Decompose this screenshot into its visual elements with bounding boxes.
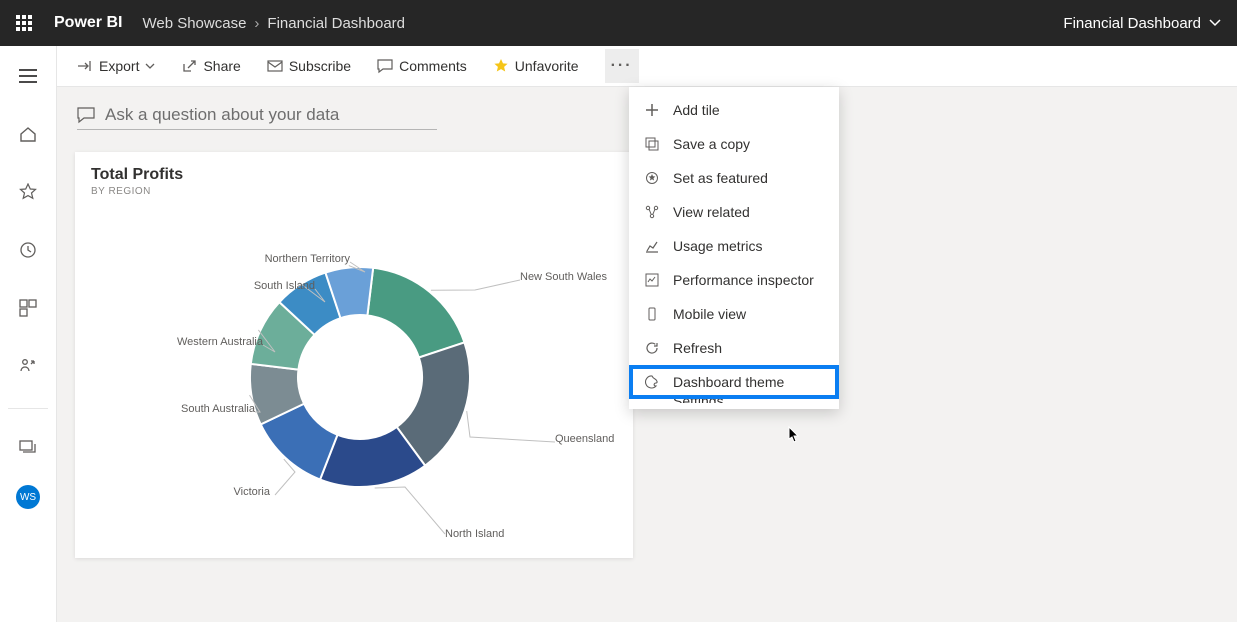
donut-segment[interactable] xyxy=(367,268,464,358)
menu-settings[interactable]: Settings xyxy=(629,399,839,403)
related-icon xyxy=(643,203,661,221)
menu-usage-metrics[interactable]: Usage metrics xyxy=(629,229,839,263)
donut-segment-label: Western Australia xyxy=(177,336,264,348)
chat-icon xyxy=(77,106,95,124)
nav-rail: WS xyxy=(0,46,57,622)
command-bar: Export Share Subscribe Comments xyxy=(57,46,1237,87)
app-launcher-icon[interactable] xyxy=(16,15,32,31)
tile-title: Total Profits xyxy=(91,166,617,184)
donut-segment-label: South Australia xyxy=(181,403,256,415)
hamburger-icon[interactable] xyxy=(8,56,48,96)
menu-dashboard-theme[interactable]: Dashboard theme xyxy=(629,365,839,399)
breadcrumb-separator: › xyxy=(254,15,259,32)
menu-label: View related xyxy=(673,204,750,220)
top-header: Power BI Web Showcase › Financial Dashbo… xyxy=(0,0,1237,46)
more-options-menu: Add tile Save a copy Set as featured Vie… xyxy=(629,87,839,409)
plus-icon xyxy=(643,101,661,119)
chart-icon xyxy=(643,237,661,255)
cursor-icon xyxy=(783,425,803,449)
menu-add-tile[interactable]: Add tile xyxy=(629,93,839,127)
comments-button[interactable]: Comments xyxy=(377,58,467,74)
avatar-initials: WS xyxy=(20,492,36,503)
mobile-icon xyxy=(643,305,661,323)
menu-mobile-view[interactable]: Mobile view xyxy=(629,297,839,331)
subscribe-button[interactable]: Subscribe xyxy=(267,58,351,74)
donut-segment-label: North Island xyxy=(445,528,504,540)
shared-icon[interactable] xyxy=(8,346,48,386)
page-selector[interactable]: Financial Dashboard xyxy=(1063,15,1221,32)
menu-label: Set as featured xyxy=(673,170,768,186)
breadcrumb-dashboard[interactable]: Financial Dashboard xyxy=(267,15,405,32)
tile-subtitle: BY REGION xyxy=(91,186,617,197)
unfavorite-button[interactable]: Unfavorite xyxy=(493,58,579,74)
qna-input[interactable]: Ask a question about your data xyxy=(77,105,437,130)
menu-save-copy[interactable]: Save a copy xyxy=(629,127,839,161)
mail-icon xyxy=(267,58,283,74)
share-button[interactable]: Share xyxy=(181,58,240,74)
favorites-icon[interactable] xyxy=(8,172,48,212)
more-options-button[interactable]: ··· xyxy=(605,49,639,83)
export-button[interactable]: Export xyxy=(77,58,155,74)
page-selector-label: Financial Dashboard xyxy=(1063,15,1201,32)
ellipsis-icon: ··· xyxy=(611,57,633,75)
unfavorite-label: Unfavorite xyxy=(515,58,579,74)
donut-chart: New South WalesQueenslandNorth IslandVic… xyxy=(125,212,595,542)
export-label: Export xyxy=(99,58,139,74)
recent-icon[interactable] xyxy=(8,230,48,270)
export-icon xyxy=(77,58,93,74)
share-icon xyxy=(181,58,197,74)
donut-segment-label: Victoria xyxy=(234,486,271,498)
gear-icon xyxy=(643,399,661,403)
share-label: Share xyxy=(203,58,240,74)
workspaces-icon[interactable] xyxy=(8,427,48,467)
menu-set-featured[interactable]: Set as featured xyxy=(629,161,839,195)
theme-icon xyxy=(643,373,661,391)
menu-label: Usage metrics xyxy=(673,238,762,254)
donut-segment-label: New South Wales xyxy=(520,271,608,283)
menu-label: Mobile view xyxy=(673,306,746,322)
donut-segment-label: South Island xyxy=(254,280,315,292)
menu-label: Performance inspector xyxy=(673,272,814,288)
chevron-down-icon xyxy=(1209,17,1221,29)
menu-label: Save a copy xyxy=(673,136,750,152)
copy-icon xyxy=(643,135,661,153)
featured-icon xyxy=(643,169,661,187)
comments-label: Comments xyxy=(399,58,467,74)
subscribe-label: Subscribe xyxy=(289,58,351,74)
menu-refresh[interactable]: Refresh xyxy=(629,331,839,365)
donut-segment-label: Northern Territory xyxy=(265,253,351,265)
comment-icon xyxy=(377,58,393,74)
dashboard-canvas: Ask a question about your data Total Pro… xyxy=(57,87,1237,622)
star-icon xyxy=(493,58,509,74)
avatar[interactable]: WS xyxy=(16,485,40,509)
apps-icon[interactable] xyxy=(8,288,48,328)
rail-divider xyxy=(8,408,47,409)
menu-view-related[interactable]: View related xyxy=(629,195,839,229)
donut-segment-label: Queensland xyxy=(555,433,614,445)
qna-placeholder: Ask a question about your data xyxy=(105,105,339,125)
menu-label: Dashboard theme xyxy=(673,374,784,390)
chevron-down-icon xyxy=(145,61,155,71)
refresh-icon xyxy=(643,339,661,357)
menu-label: Add tile xyxy=(673,102,720,118)
menu-label: Refresh xyxy=(673,340,722,356)
brand-label: Power BI xyxy=(54,14,122,32)
inspector-icon xyxy=(643,271,661,289)
home-icon[interactable] xyxy=(8,114,48,154)
tile-total-profits[interactable]: Total Profits BY REGION New South WalesQ… xyxy=(75,152,633,558)
menu-performance-inspector[interactable]: Performance inspector xyxy=(629,263,839,297)
breadcrumb-workspace[interactable]: Web Showcase xyxy=(142,15,246,32)
menu-label: Settings xyxy=(673,399,724,403)
